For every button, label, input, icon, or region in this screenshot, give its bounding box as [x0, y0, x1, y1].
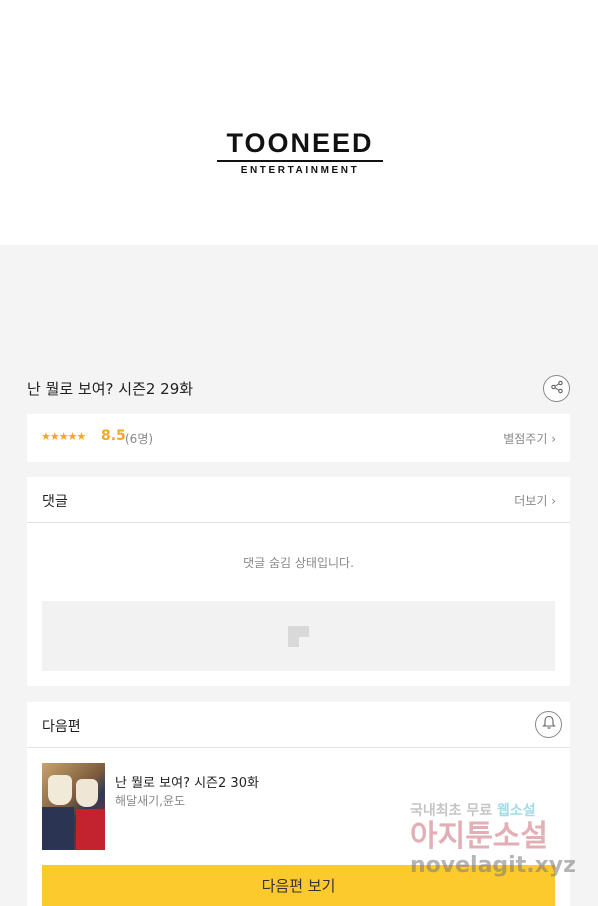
next-episode-title[interactable]: 난 뭘로 보여? 시즌2 30화: [115, 772, 259, 791]
comment-section: 댓글 더보기 › 댓글 숨김 상태입니다.: [27, 477, 570, 686]
next-episode-header-label: 다음편: [42, 719, 81, 735]
logo-sub-text: ENTERTAINMENT: [240, 165, 360, 176]
comment-placeholder: [42, 601, 555, 671]
comment-header-label: 댓글: [42, 494, 68, 510]
comment-more-button[interactable]: 더보기 ›: [514, 492, 556, 509]
rate-button[interactable]: 별점주기 ›: [503, 430, 556, 447]
bell-icon: [541, 715, 556, 734]
share-icon: [550, 379, 564, 398]
notification-button[interactable]: [535, 711, 562, 738]
rating-score: 8.5: [101, 428, 126, 444]
next-episode-header: 다음편: [27, 702, 570, 748]
rating-card: ★★★★★ 8.5 (6명) 별점주기 ›: [27, 414, 570, 462]
comment-header: 댓글 더보기 ›: [27, 477, 570, 523]
placeholder-icon: [288, 625, 309, 647]
episode-title: 난 뭘로 보여? 시즌2 29화: [27, 380, 194, 398]
publisher-logo: TOONEED ENTERTAINMENT: [217, 128, 383, 176]
next-episode-button[interactable]: 다음편 보기: [42, 865, 555, 906]
logo-main-text: TOONEED: [226, 128, 374, 158]
star-rating-icon: ★★★★★: [41, 430, 86, 443]
next-episode-thumbnail[interactable]: [42, 763, 105, 850]
next-episode-section: 다음편 난 뭘로 보여? 시즌2 30화 해달새기,윤도 다음편 보기: [27, 702, 570, 906]
logo-divider: [217, 160, 383, 162]
share-button[interactable]: [543, 375, 570, 402]
banner-area: TOONEED ENTERTAINMENT: [0, 0, 598, 245]
next-episode-authors: 해달새기,윤도: [115, 794, 186, 808]
comment-hidden-message: 댓글 숨김 상태입니다.: [243, 556, 354, 570]
rating-count: (6명): [125, 432, 154, 446]
